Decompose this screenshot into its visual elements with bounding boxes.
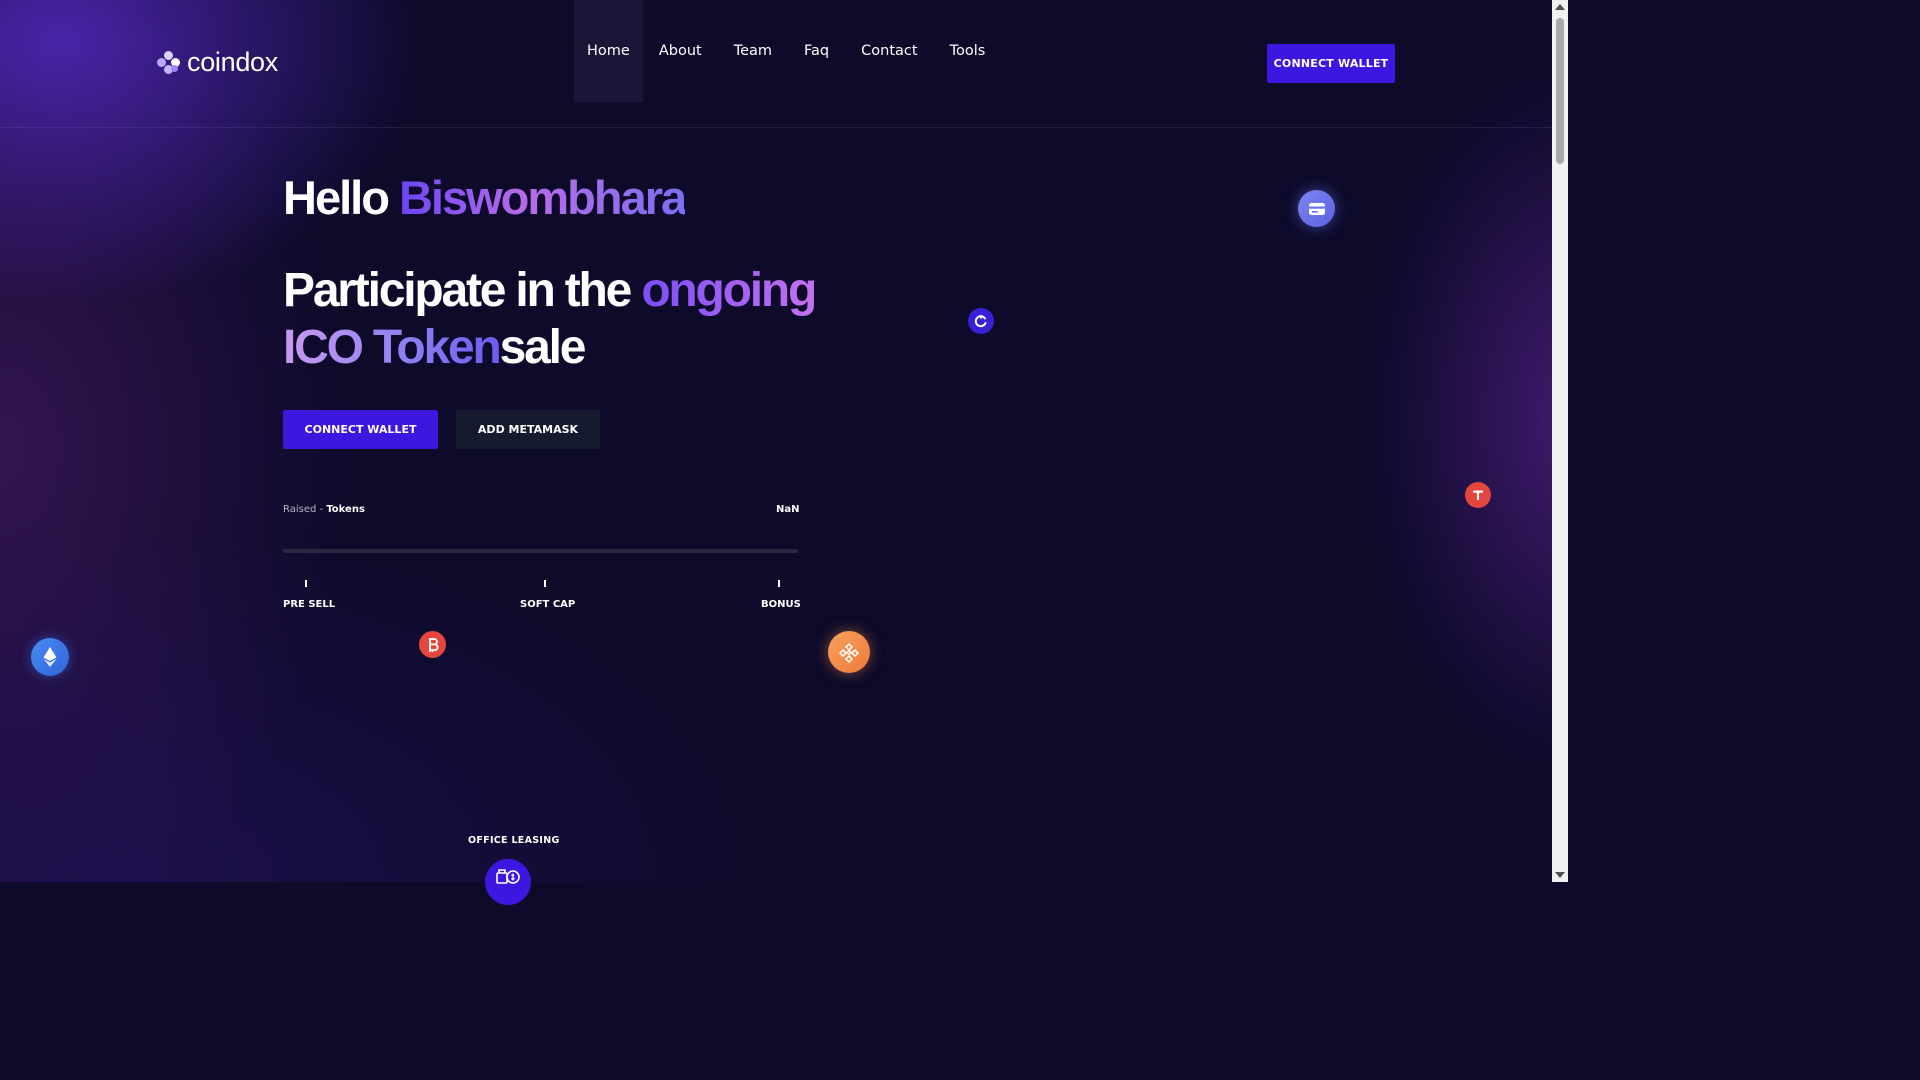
binance-coin-icon	[828, 631, 870, 673]
office-leasing-icon	[485, 859, 531, 905]
scroll-thumb[interactable]	[1556, 18, 1564, 164]
scroll-down-icon[interactable]	[1555, 872, 1565, 878]
tether-coin-icon	[1465, 482, 1491, 508]
user-name: Biswombhara	[398, 171, 687, 224]
nav-contact[interactable]: Contact	[845, 0, 933, 102]
page: coindox Home About Team Faq Contact Tool…	[0, 0, 1552, 905]
headline-highlight-2: ICO Token	[283, 321, 502, 374]
sale-progress-bar	[283, 549, 798, 553]
milestone-bonus: BONUS	[761, 599, 801, 610]
headline-highlight-1: ongoing	[641, 264, 817, 317]
connect-wallet-button[interactable]: CONNECT WALLET	[283, 410, 438, 449]
cycle-coin-icon	[968, 308, 994, 334]
nav-tools[interactable]: Tools	[934, 0, 1002, 102]
site-header: coindox Home About Team Faq Contact Tool…	[0, 0, 1552, 128]
logo-text: coindox	[187, 47, 278, 77]
milestone-softcap: SOFT CAP	[520, 599, 576, 610]
hero-headline: Participate in the ongoing ICO Tokensale	[283, 262, 843, 376]
add-metamask-button[interactable]: ADD METAMASK	[456, 410, 600, 449]
raised-label: Raised - Tokens	[283, 504, 365, 515]
raised-value: NaN	[776, 504, 800, 515]
vertical-scrollbar[interactable]	[1552, 0, 1568, 882]
greeting-title: Hello Biswombhara	[283, 170, 687, 225]
nav-about[interactable]: About	[643, 0, 718, 102]
headline-text-2: sale	[499, 321, 587, 374]
ethereum-coin-icon	[31, 638, 69, 676]
card-coin-icon	[1298, 190, 1335, 227]
milestone-tick-bonus	[778, 580, 780, 587]
greeting-word: Hello	[283, 171, 390, 224]
header-connect-wallet-button[interactable]: CONNECT WALLET	[1267, 44, 1395, 83]
nav-faq[interactable]: Faq	[788, 0, 845, 102]
bitcoin-coin-icon	[419, 631, 446, 658]
headline-text-1: Participate in the	[283, 264, 642, 317]
main-nav: Home About Team Faq Contact Tools	[574, 0, 1001, 102]
raised-unit: Tokens	[326, 504, 365, 515]
office-leasing-label: OFFICE LEASING	[468, 835, 560, 846]
milestone-tick-presell	[305, 580, 307, 587]
milestone-presell: PRE SELL	[283, 599, 336, 610]
logo[interactable]: coindox	[157, 47, 278, 78]
scroll-up-icon[interactable]	[1555, 4, 1565, 10]
nav-home[interactable]: Home	[574, 0, 643, 102]
nav-team[interactable]: Team	[718, 0, 788, 102]
milestone-tick-softcap	[544, 580, 546, 587]
logo-mark-icon	[157, 50, 181, 75]
raised-prefix: Raised -	[283, 504, 327, 515]
